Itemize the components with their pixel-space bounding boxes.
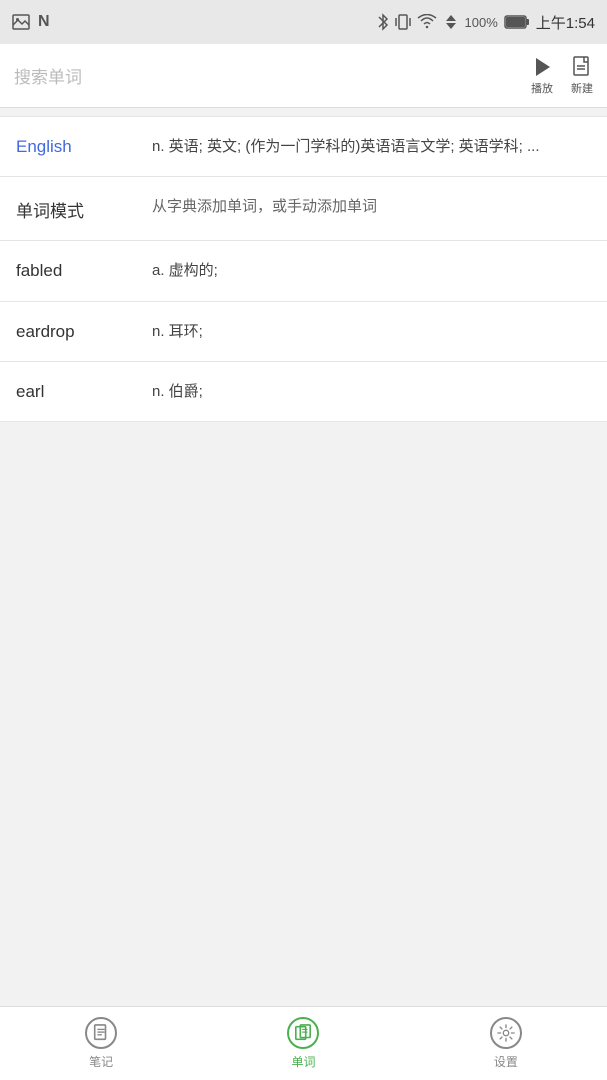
- play-icon: [531, 56, 553, 78]
- word-term: English: [16, 135, 136, 157]
- image-icon: [12, 14, 30, 30]
- new-doc-icon: [571, 56, 593, 78]
- battery-icon: [504, 15, 530, 29]
- word-term: eardrop: [16, 320, 136, 342]
- signal-icon: [443, 14, 459, 30]
- new-button[interactable]: 新建: [571, 56, 593, 96]
- search-actions: 播放 新建: [531, 56, 593, 96]
- list-item[interactable]: eardrop n. 耳环;: [0, 302, 607, 362]
- word-definition: n. 耳环;: [152, 320, 591, 343]
- vibrate-icon: [395, 13, 411, 31]
- word-term: earl: [16, 380, 136, 402]
- status-right-icons: 100% 上午1:54: [377, 12, 595, 33]
- wifi-icon: [417, 14, 437, 30]
- n-icon: N: [38, 13, 50, 31]
- search-bar[interactable]: 搜索单词 播放 新建: [0, 44, 607, 108]
- status-left-icons: N: [12, 13, 50, 31]
- notes-nav-label: 笔记: [89, 1053, 113, 1070]
- nav-item-notes[interactable]: 笔记: [0, 1017, 202, 1070]
- play-label: 播放: [531, 80, 553, 96]
- word-list: English n. 英语; 英文; (作为一门学科的)英语语言文学; 英语学科…: [0, 108, 607, 1006]
- word-definition: n. 伯爵;: [152, 380, 591, 403]
- battery-percent: 100%: [465, 15, 498, 30]
- word-definition: 从字典添加单词，或手动添加单词: [152, 195, 591, 218]
- word-term: fabled: [16, 259, 136, 281]
- list-item[interactable]: earl n. 伯爵;: [0, 362, 607, 422]
- list-item[interactable]: English n. 英语; 英文; (作为一门学科的)英语语言文学; 英语学科…: [0, 116, 607, 177]
- list-item[interactable]: 单词模式 从字典添加单词，或手动添加单词: [0, 177, 607, 241]
- settings-nav-label: 设置: [494, 1053, 518, 1070]
- bottom-nav: 笔记 单词 设置: [0, 1006, 607, 1080]
- bluetooth-icon: [377, 13, 389, 31]
- notes-icon: [85, 1017, 117, 1049]
- words-icon: [287, 1017, 319, 1049]
- search-input[interactable]: 搜索单词: [14, 63, 531, 88]
- settings-icon: [490, 1017, 522, 1049]
- word-definition: n. 英语; 英文; (作为一门学科的)英语语言文学; 英语学科; ...: [152, 135, 591, 158]
- nav-item-settings[interactable]: 设置: [405, 1017, 607, 1070]
- list-item[interactable]: fabled a. 虚构的;: [0, 241, 607, 301]
- word-definition: a. 虚构的;: [152, 259, 591, 282]
- status-bar: N 100% 上午1:54: [0, 0, 607, 44]
- word-term: 单词模式: [16, 195, 136, 222]
- new-label: 新建: [571, 80, 593, 96]
- play-button[interactable]: 播放: [531, 56, 553, 96]
- nav-item-words[interactable]: 单词: [202, 1017, 404, 1070]
- status-time: 上午1:54: [536, 12, 595, 33]
- words-nav-label: 单词: [291, 1053, 315, 1070]
